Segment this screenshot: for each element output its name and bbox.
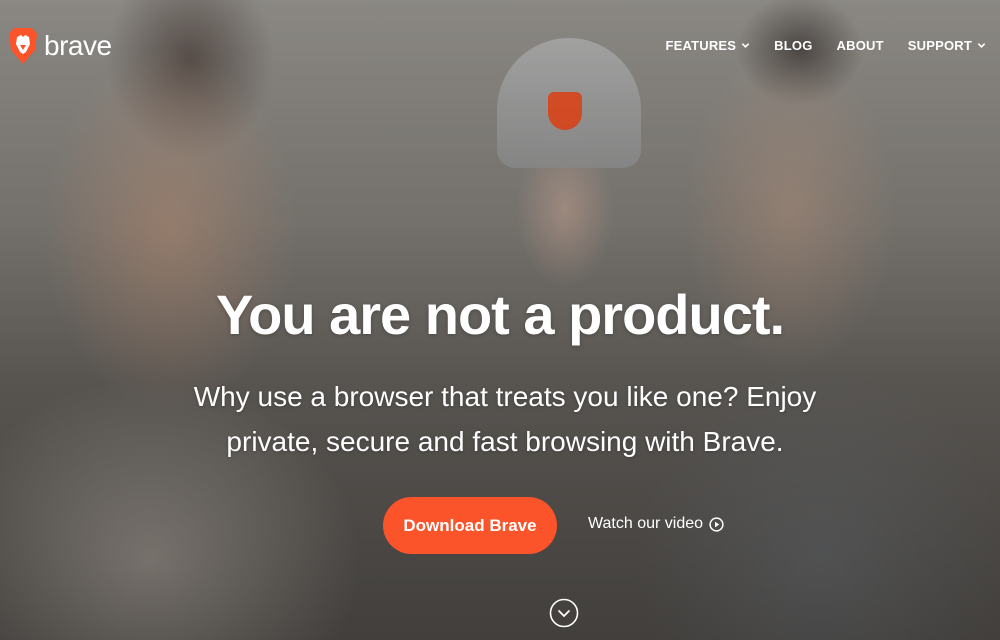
nav-item-label: BLOG — [774, 38, 813, 53]
nav-item-features[interactable]: FEATURES — [665, 38, 750, 53]
logo-text: brave — [44, 30, 112, 61]
hero-headline: You are not a product. — [215, 283, 785, 346]
download-brave-button[interactable]: Download Brave — [383, 497, 557, 554]
hero-subheadline: Why use a browser that treats you like o… — [150, 374, 860, 464]
nav-item-label: FEATURES — [665, 38, 737, 53]
chevron-down-icon — [977, 43, 986, 48]
nav-item-support[interactable]: SUPPORT — [908, 38, 986, 53]
subheadline-line-1: Why use a browser that treats you like o… — [193, 381, 817, 412]
subheadline-line-2: private, secure and fast browsing with B… — [226, 426, 784, 457]
brave-lion-icon — [9, 28, 37, 64]
watch-video-link[interactable]: Watch our video — [588, 515, 724, 533]
scroll-down-icon[interactable] — [549, 598, 579, 628]
main-nav: FEATURES BLOG ABOUT SUPPORT — [665, 38, 986, 53]
brave-logo-link[interactable]: brave — [8, 26, 112, 66]
nav-item-label: ABOUT — [836, 38, 884, 53]
nav-item-about[interactable]: ABOUT — [837, 38, 884, 53]
hero-section: brave FEATURES BLOG ABOUT SUPPORT You ar… — [0, 0, 1000, 640]
nav-item-label: SUPPORT — [907, 38, 972, 53]
play-circle-icon — [709, 516, 724, 532]
watch-video-label: Watch our video — [588, 515, 704, 532]
chevron-down-icon — [741, 43, 750, 48]
nav-item-blog[interactable]: BLOG — [774, 38, 812, 53]
